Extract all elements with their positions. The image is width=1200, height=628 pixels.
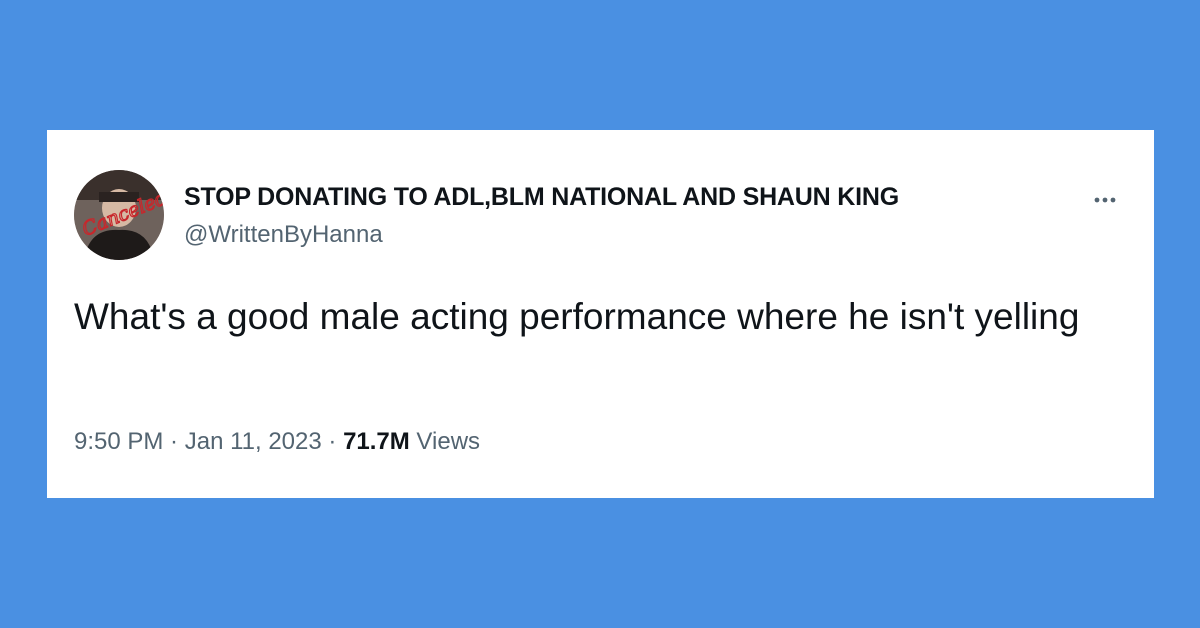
separator: · <box>321 428 344 455</box>
tweet-text: What's a good male acting performance wh… <box>74 296 1080 337</box>
avatar-image: Canceled <box>74 170 164 260</box>
author-handle[interactable]: @WrittenByHanna <box>184 221 383 249</box>
tweet-date[interactable]: Jan 11, 2023 <box>185 428 322 455</box>
avatar[interactable]: Canceled <box>74 170 164 260</box>
separator: · <box>163 428 185 455</box>
views-label[interactable]: Views <box>410 428 480 455</box>
more-horizontal-icon[interactable] <box>1087 188 1123 212</box>
tweet-time[interactable]: 9:50 PM <box>74 428 163 455</box>
tweet-metadata: 9:50 PM · Jan 11, 2023 · 71.7M Views <box>74 428 480 456</box>
author-display-name[interactable]: STOP DONATING TO ADL,BLM NATIONAL AND SH… <box>184 183 899 212</box>
tweet-card: Canceled STOP DONATING TO ADL,BLM NATION… <box>47 130 1154 498</box>
views-count[interactable]: 71.7M <box>343 428 410 455</box>
